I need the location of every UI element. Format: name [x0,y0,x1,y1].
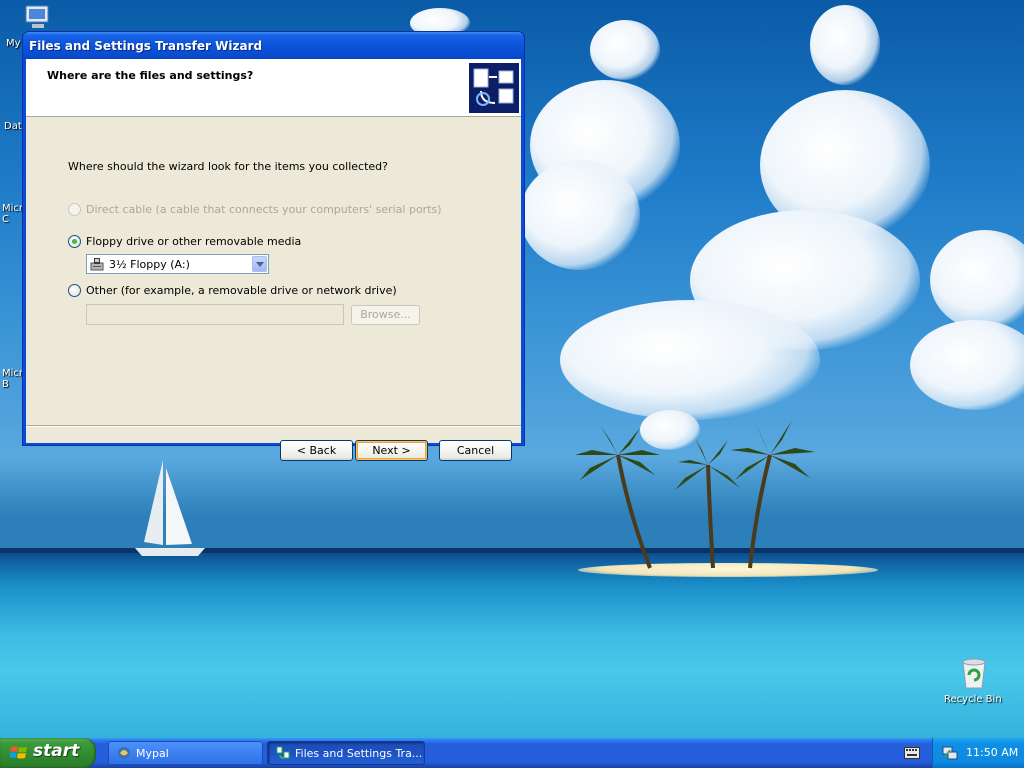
drive-select[interactable]: 3½ Floppy (A:) [86,254,269,274]
path-input [86,304,344,325]
sea [0,548,1024,738]
palm-trees [575,420,815,569]
wizard-window: Files and Settings Transfer Wizard Where… [22,31,525,461]
radio-other-location[interactable]: Other (for example, a removable drive or… [68,284,397,297]
cloud [560,300,820,420]
recycle-bin-icon[interactable] [958,656,990,693]
transfer-wizard-icon [276,746,290,759]
cloud [590,20,660,80]
start-button[interactable]: start [0,738,96,768]
wizard-question: Where should the wizard look for the ite… [68,160,388,173]
taskbar-item-label: Files and Settings Tra... [295,747,423,760]
clock[interactable]: 11:50 AM [966,746,1018,759]
drive-select-value: 3½ Floppy (A:) [109,258,190,271]
radio-floppy-drive[interactable]: Floppy drive or other removable media [68,235,301,248]
recycle-bin-label[interactable]: Recycle Bin [944,694,1002,705]
cloud [930,230,1024,330]
start-label: start [33,741,80,761]
back-button[interactable]: < Back [280,440,353,461]
radio-label[interactable]: Other (for example, a removable drive or… [86,284,397,297]
browse-button: Browse... [351,305,420,325]
transfer-wizard-icon [469,63,519,113]
desktop-icon-label[interactable]: Micr C [2,203,23,225]
wizard-header: Where are the files and settings? [26,59,521,117]
taskbar-item-transfer-wizard[interactable]: Files and Settings Tra... [267,741,425,765]
taskbar-item-mypal[interactable]: Mypal [108,741,263,765]
radio-label[interactable]: Floppy drive or other removable media [86,235,301,248]
desktop-icon-label[interactable]: My [6,38,21,49]
window-title: Files and Settings Transfer Wizard [29,39,263,53]
desktop-icon-label[interactable]: Dat [4,121,22,132]
title-bar[interactable]: Files and Settings Transfer Wizard [23,32,524,59]
floppy-drive-icon [90,258,104,271]
chevron-down-icon[interactable] [252,256,267,272]
radio-direct-cable: Direct cable (a cable that connects your… [68,203,442,216]
wizard-client-area: Where are the files and settings? Where … [26,59,521,461]
keyboard-icon[interactable] [904,747,920,759]
radio-button[interactable] [68,235,81,248]
radio-button[interactable] [68,284,81,297]
wizard-heading: Where are the files and settings? [47,69,254,82]
radio-label: Direct cable (a cable that connects your… [86,203,442,216]
cloud [810,5,880,85]
cloud [520,160,640,270]
divider [26,425,521,427]
next-button[interactable]: Next > [355,440,428,461]
radio-button [68,203,81,216]
system-tray: 11:50 AM [932,738,1024,768]
cloud [910,320,1024,410]
sailboat [135,460,205,556]
mypal-icon [118,747,130,759]
network-icon[interactable] [942,745,958,761]
desktop-icon-label[interactable]: Micr B [2,368,23,390]
taskbar: start Mypal Files and Settings Tra... [0,738,1024,768]
windows-logo-icon [10,746,27,759]
taskbar-item-label: Mypal [136,747,169,760]
cancel-button[interactable]: Cancel [439,440,512,461]
